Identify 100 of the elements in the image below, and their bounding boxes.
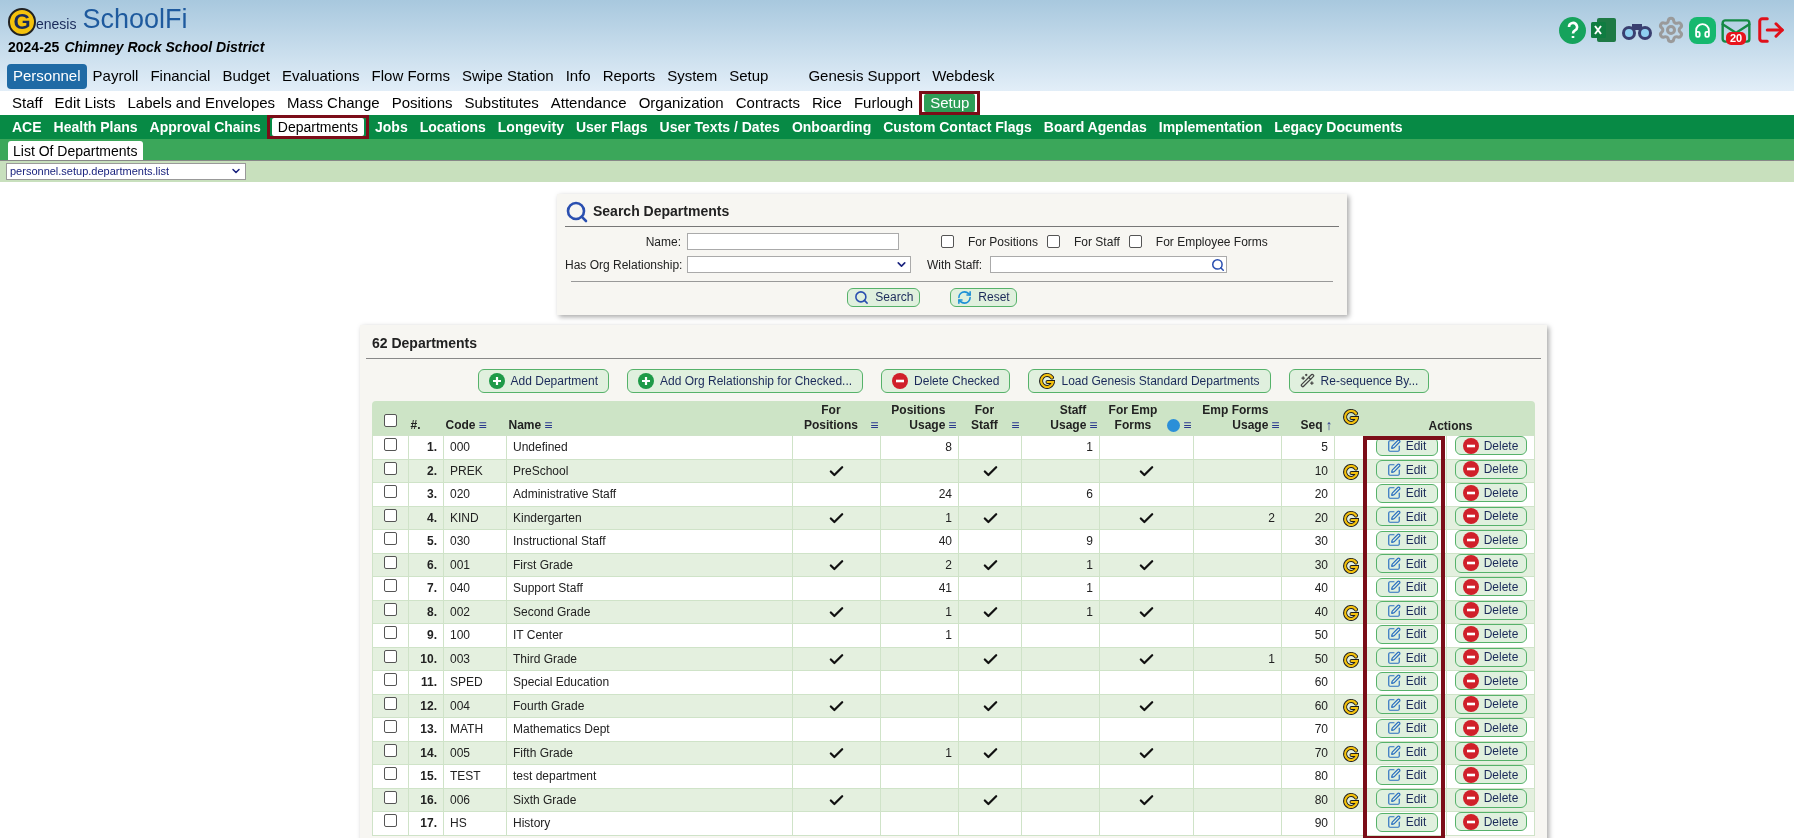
nav-tab[interactable]: Rice (805, 93, 848, 112)
edit-button[interactable]: Edit (1375, 718, 1438, 738)
nav-tab[interactable]: Approval Chains (143, 117, 267, 136)
sort-toggle[interactable]: ↑ (1325, 418, 1333, 433)
column-header[interactable]: Positions Usage (882, 403, 946, 433)
checkbox[interactable] (384, 579, 397, 593)
checkbox[interactable] (384, 461, 397, 475)
nav-tab[interactable]: Implementation (1152, 117, 1269, 136)
menu-tab[interactable]: System (661, 64, 724, 89)
column-header[interactable]: Emp Forms Usage (1195, 403, 1269, 433)
column-header[interactable]: For Staff (960, 403, 1009, 433)
nav-tab[interactable]: Locations (413, 117, 492, 136)
nav-tab[interactable]: Staff (6, 93, 49, 112)
menu-tab[interactable]: Info (559, 64, 597, 89)
edit-button[interactable]: Edit (1375, 577, 1438, 597)
sort-toggle[interactable]: ≡ (544, 418, 553, 433)
sort-toggle[interactable]: ≡ (478, 418, 487, 433)
nav-tab[interactable]: ACE (6, 117, 48, 136)
edit-button[interactable]: Edit (1375, 812, 1438, 832)
action-button[interactable]: Add Department (477, 368, 609, 393)
nav-tab[interactable]: Longevity (491, 117, 570, 136)
help-icon[interactable] (1559, 16, 1586, 44)
edit-button[interactable]: Edit (1375, 671, 1438, 691)
column-header[interactable]: For Emp Forms (1101, 403, 1165, 433)
edit-button[interactable]: Edit (1375, 742, 1438, 761)
nav-tab[interactable]: Positions (385, 93, 459, 112)
delete-button[interactable]: Delete (1454, 577, 1527, 596)
checkbox[interactable] (384, 767, 397, 781)
page-tab[interactable]: List Of Departments (8, 140, 143, 160)
delete-button[interactable]: Delete (1454, 765, 1527, 784)
sort-toggle[interactable]: ≡ (1011, 418, 1020, 433)
delete-button[interactable]: Delete (1454, 436, 1527, 455)
nav-tab[interactable]: User Flags (569, 117, 654, 136)
sort-toggle[interactable]: ≡ (948, 418, 957, 433)
edit-button[interactable]: Edit (1375, 601, 1438, 620)
spreadsheet-icon[interactable] (1590, 16, 1617, 44)
edit-button[interactable]: Edit (1375, 648, 1438, 667)
edit-button[interactable]: Edit (1375, 483, 1438, 503)
nav-tab[interactable]: Organization (632, 93, 730, 112)
menu-tab[interactable]: Flow Forms (365, 64, 456, 89)
logout-icon[interactable] (1756, 15, 1786, 45)
checkbox[interactable] (384, 626, 397, 640)
sort-toggle[interactable]: ≡ (1183, 418, 1192, 433)
column-header[interactable]: Staff Usage (1023, 403, 1087, 433)
action-button[interactable]: Reset (950, 287, 1017, 307)
sort-toggle[interactable]: ≡ (870, 418, 879, 433)
delete-button[interactable]: Delete (1454, 718, 1527, 737)
nav-tab[interactable]: Labels and Envelopes (121, 93, 282, 112)
action-button[interactable]: Add Org Relationship for Checked... (626, 368, 864, 393)
delete-button[interactable]: Delete (1454, 671, 1527, 690)
checkbox[interactable] (384, 438, 397, 452)
delete-button[interactable]: Delete (1454, 483, 1527, 502)
column-header[interactable]: Code (445, 418, 476, 433)
nav-tab[interactable]: User Texts / Dates (653, 117, 786, 136)
headset-icon[interactable] (1689, 16, 1716, 44)
nav-tab[interactable]: Departments (271, 117, 364, 136)
checkbox[interactable] (941, 235, 954, 248)
checkbox[interactable] (1128, 235, 1142, 248)
nav-tab[interactable]: Health Plans (47, 117, 144, 136)
edit-button[interactable]: Edit (1375, 554, 1438, 573)
menu-tab[interactable]: Swipe Station (455, 64, 560, 89)
column-header[interactable]: For Positions (794, 403, 868, 433)
checkbox[interactable] (384, 414, 397, 427)
delete-button[interactable]: Delete (1454, 812, 1527, 831)
nav-tab[interactable]: Edit Lists (48, 93, 122, 112)
nav-tab[interactable]: Attendance (544, 93, 633, 112)
checkbox[interactable] (1047, 235, 1061, 248)
edit-button[interactable]: Edit (1375, 695, 1438, 714)
edit-button[interactable]: Edit (1375, 624, 1438, 644)
nav-tab[interactable]: Board Agendas (1037, 117, 1153, 136)
page-select[interactable]: personnel.setup.departments.list (6, 162, 246, 180)
delete-button[interactable]: Delete (1454, 530, 1527, 549)
menu-tab[interactable]: Setup (723, 64, 775, 89)
checkbox[interactable] (384, 532, 397, 546)
nav-tab[interactable]: Jobs (369, 117, 414, 136)
menu-tab[interactable]: Personnel (7, 64, 87, 89)
action-button[interactable]: Delete Checked (881, 368, 1011, 393)
edit-button[interactable]: Edit (1375, 789, 1438, 808)
checkbox[interactable] (384, 485, 397, 499)
menu-tab[interactable]: Genesis Support (802, 64, 927, 89)
nav-tab[interactable]: Onboarding (785, 117, 878, 136)
action-button[interactable]: Search (847, 287, 921, 307)
action-button[interactable]: Load Genesis Standard Departments (1028, 368, 1271, 393)
nav-tab[interactable]: Contracts (729, 93, 806, 112)
column-header[interactable]: #. (410, 418, 421, 433)
search-icon[interactable] (1211, 257, 1226, 272)
nav-tab[interactable]: Mass Change (281, 93, 386, 112)
column-header[interactable]: Name (508, 418, 542, 433)
checkbox[interactable] (384, 673, 397, 687)
edit-button[interactable]: Edit (1375, 530, 1438, 550)
sort-toggle[interactable]: ≡ (1271, 418, 1280, 433)
checkbox[interactable] (384, 649, 397, 663)
menu-tab[interactable]: Budget (216, 64, 276, 89)
name-field[interactable] (687, 233, 899, 250)
menu-tab[interactable]: Webdesk (926, 64, 1001, 89)
edit-button[interactable]: Edit (1375, 460, 1438, 479)
menu-tab[interactable]: Evaluations (276, 64, 366, 89)
menu-tab[interactable]: Payroll (86, 64, 145, 89)
checkbox[interactable] (384, 555, 397, 569)
checkbox[interactable] (384, 602, 397, 616)
